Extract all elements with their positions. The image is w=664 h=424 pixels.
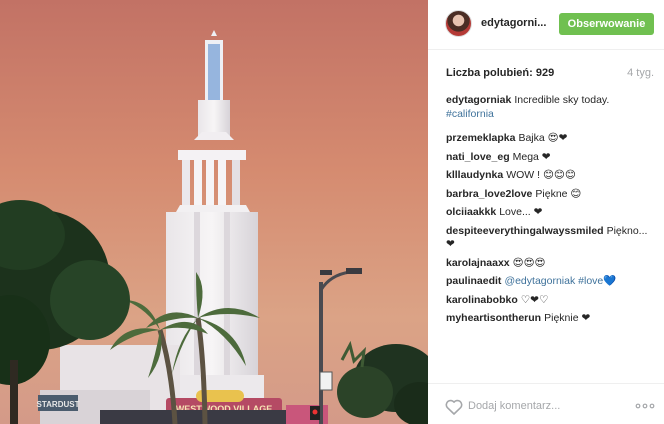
avatar[interactable]: [445, 10, 472, 37]
post-author-username[interactable]: edytagorni...: [481, 17, 546, 29]
comment-item: karolinabobko ♡❤♡: [446, 294, 652, 308]
follow-button[interactable]: Obserwowanie: [559, 13, 654, 35]
comment-text: WOW ! 😊😊😊: [506, 169, 576, 181]
post-sidebar: edytagorni... Obserwowanie Liczba polubi…: [428, 0, 664, 424]
comment-username[interactable]: paulinaedit: [446, 275, 501, 287]
comment-item: przemeklapka Bajka 😍❤: [446, 132, 652, 146]
comment-item: paulinaedit @edytagorniak #love💙: [446, 275, 652, 289]
heart-outline-icon[interactable]: [445, 399, 463, 415]
comment-hashtag[interactable]: #love: [578, 275, 603, 287]
comment-text: 😍😍😍: [512, 256, 546, 269]
likes-count[interactable]: 929: [536, 67, 554, 79]
comment-username[interactable]: despiteeverythingalwayssmiled: [446, 225, 604, 237]
comment-text: ♡❤♡: [520, 293, 549, 306]
post-photo[interactable]: STARDUST WESTWOOD VILLAGE: [0, 0, 428, 424]
comment-item: karolajnaaxx 😍😍😍: [446, 257, 652, 271]
comment-mention[interactable]: @edytagorniak: [504, 275, 575, 287]
comment-text: Love... ❤: [499, 206, 543, 218]
post-footer: [428, 383, 664, 424]
comment-item: barbra_love2love Piękne 😊: [446, 188, 652, 202]
comment-item: despiteeverythingalwayssmiled Piękno... ❤: [446, 225, 652, 252]
photo-scene: STARDUST WESTWOOD VILLAGE: [0, 0, 428, 424]
caption-username[interactable]: edytagorniak: [446, 94, 511, 106]
comment-username[interactable]: nati_love_eg: [446, 151, 510, 163]
comment-item: olciiaakkk Love... ❤: [446, 206, 652, 220]
comment-username[interactable]: karolajnaaxx: [446, 257, 510, 269]
post-header: edytagorni... Obserwowanie: [428, 0, 664, 50]
more-options-icon[interactable]: [635, 399, 655, 411]
comment-username[interactable]: karolinabobko: [446, 294, 518, 306]
post-age[interactable]: 4 tyg.: [627, 67, 654, 79]
caption-hashtag[interactable]: #california: [446, 108, 494, 120]
comment-item: nati_love_eg Mega ❤: [446, 151, 652, 165]
comment-text: Piękne 😊: [535, 187, 582, 200]
comment-username[interactable]: barbra_love2love: [446, 188, 532, 200]
comment-username[interactable]: przemeklapka: [446, 132, 515, 144]
caption-text: Incredible sky today.: [514, 94, 610, 106]
stardust-sign: STARDUST: [37, 400, 80, 409]
likes-label: Liczba polubień:: [446, 67, 533, 79]
comment-emoji: 💙: [603, 275, 617, 287]
caption: edytagorniak Incredible sky today. #calif…: [446, 94, 652, 121]
comment-username[interactable]: myheartisontherun: [446, 312, 541, 324]
comments-list: edytagorniak Incredible sky today. #calif…: [446, 94, 652, 331]
comment-text: Bajka 😍❤: [518, 132, 568, 144]
comment-item: klllaudynka WOW ! 😊😊😊: [446, 169, 652, 183]
comment-input[interactable]: [468, 396, 618, 416]
comment-username[interactable]: olciiaakkk: [446, 206, 496, 218]
comment-username[interactable]: klllaudynka: [446, 169, 503, 181]
likes-row: Liczba polubień: 929 4 tyg.: [446, 67, 654, 81]
comment-text: Pięknie ❤: [544, 312, 591, 324]
comment-item: myheartisontherun Pięknie ❤: [446, 312, 652, 326]
comment-text: Mega ❤: [512, 150, 551, 163]
